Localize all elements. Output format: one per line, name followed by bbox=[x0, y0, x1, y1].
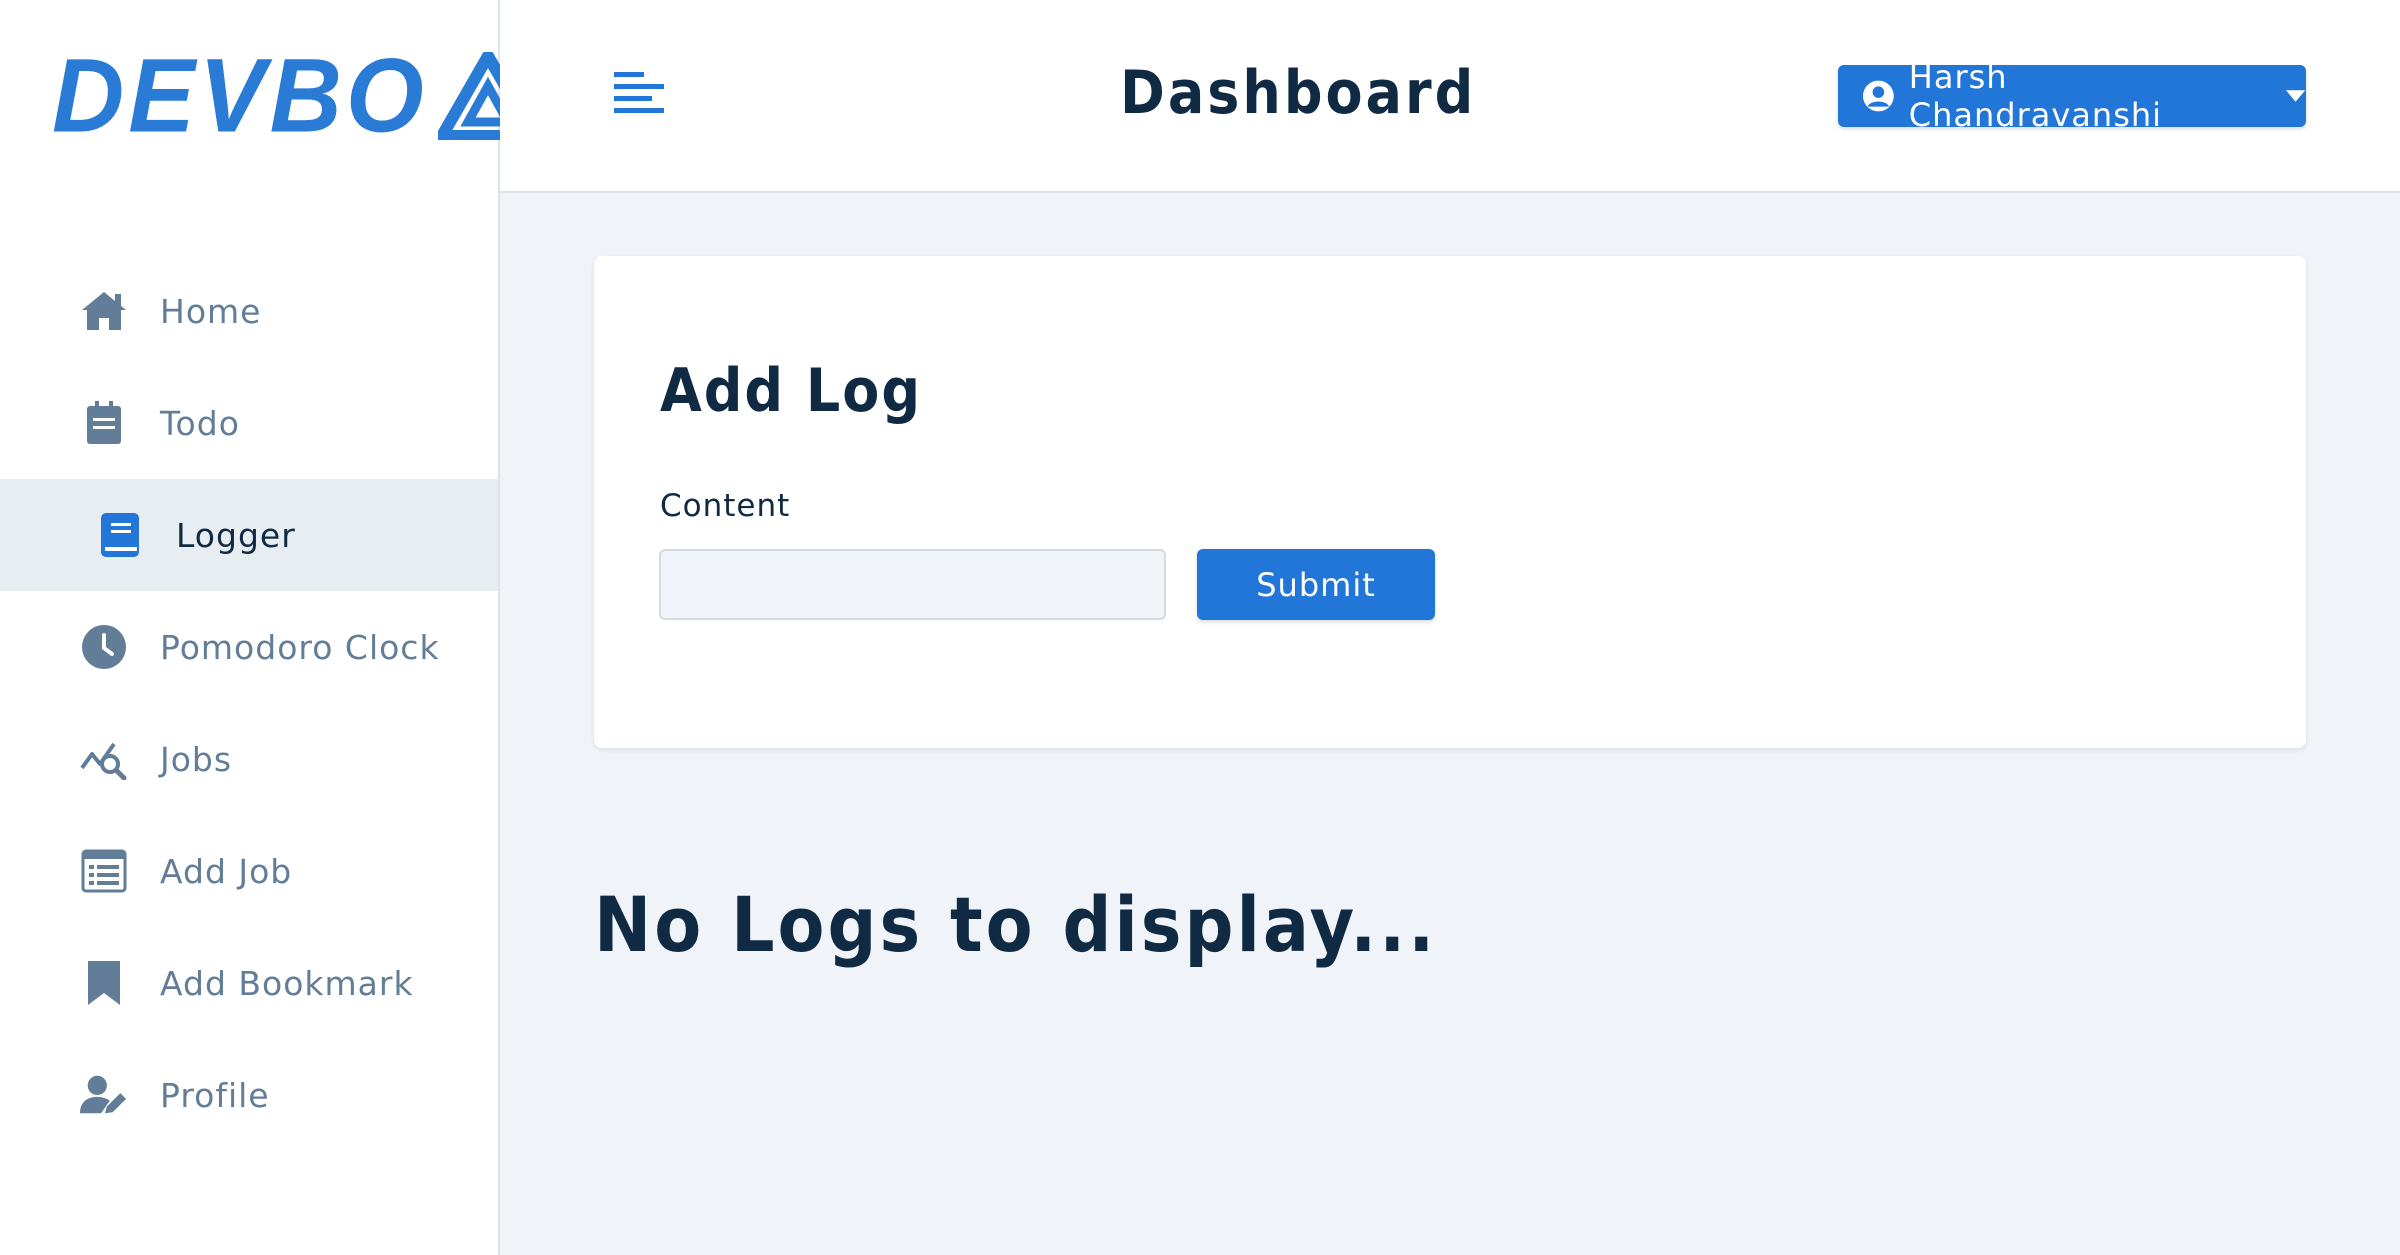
page-title: Dashboard bbox=[1120, 58, 1477, 128]
add-log-card: Add Log Content Submit bbox=[594, 256, 2306, 748]
submit-button[interactable]: Submit bbox=[1197, 549, 1435, 620]
sidebar-item-profile[interactable]: Profile bbox=[0, 1039, 498, 1151]
sidebar-item-add-bookmark[interactable]: Add Bookmark bbox=[0, 927, 498, 1039]
sidebar-item-label: Add Bookmark bbox=[160, 963, 414, 1003]
user-edit-icon bbox=[80, 1071, 128, 1119]
content-label: Content bbox=[660, 488, 791, 524]
clipboard-icon bbox=[80, 399, 128, 447]
logo-text-left: DEVBO bbox=[52, 37, 428, 155]
book-icon bbox=[96, 511, 144, 559]
sidebar-item-logger[interactable]: Logger bbox=[0, 479, 498, 591]
sidebar-item-label: Jobs bbox=[160, 739, 233, 779]
empty-logs-message: No Logs to display... bbox=[594, 880, 1438, 969]
sidebar-item-label: Pomodoro Clock bbox=[160, 627, 440, 667]
sidebar-item-pomodoro-clock[interactable]: Pomodoro Clock bbox=[0, 591, 498, 703]
caret-down-icon bbox=[2285, 90, 2306, 102]
top-header: Dashboard Harsh Chandravanshi bbox=[500, 0, 2400, 193]
sidebar-item-add-job[interactable]: Add Job bbox=[0, 815, 498, 927]
content-input[interactable] bbox=[659, 549, 1166, 620]
sidebar-item-label: Add Job bbox=[160, 851, 293, 891]
list-form-icon bbox=[80, 847, 128, 895]
sidebar-nav: Home Todo Logger Pomodoro Clock Jobs Add… bbox=[0, 255, 498, 1151]
sidebar-item-label: Todo bbox=[160, 403, 240, 443]
sidebar-item-label: Logger bbox=[176, 515, 296, 555]
form-title: Add Log bbox=[660, 356, 922, 426]
home-icon bbox=[80, 287, 128, 335]
search-chart-icon bbox=[80, 735, 128, 783]
menu-toggle-icon[interactable] bbox=[612, 70, 666, 122]
sidebar: DEVBO RD Home Todo Logger bbox=[0, 0, 694, 1255]
user-name: Harsh Chandravanshi bbox=[1908, 58, 2163, 134]
sidebar-item-label: Home bbox=[160, 291, 262, 331]
sidebar-item-label: Profile bbox=[160, 1075, 270, 1115]
clock-icon bbox=[80, 623, 128, 671]
sidebar-item-todo[interactable]: Todo bbox=[0, 367, 498, 479]
sidebar-item-jobs[interactable]: Jobs bbox=[0, 703, 498, 815]
sidebar-item-home[interactable]: Home bbox=[0, 255, 498, 367]
user-circle-icon bbox=[1862, 80, 1894, 112]
user-menu-button[interactable]: Harsh Chandravanshi bbox=[1838, 58, 2306, 134]
bookmark-icon bbox=[80, 959, 128, 1007]
